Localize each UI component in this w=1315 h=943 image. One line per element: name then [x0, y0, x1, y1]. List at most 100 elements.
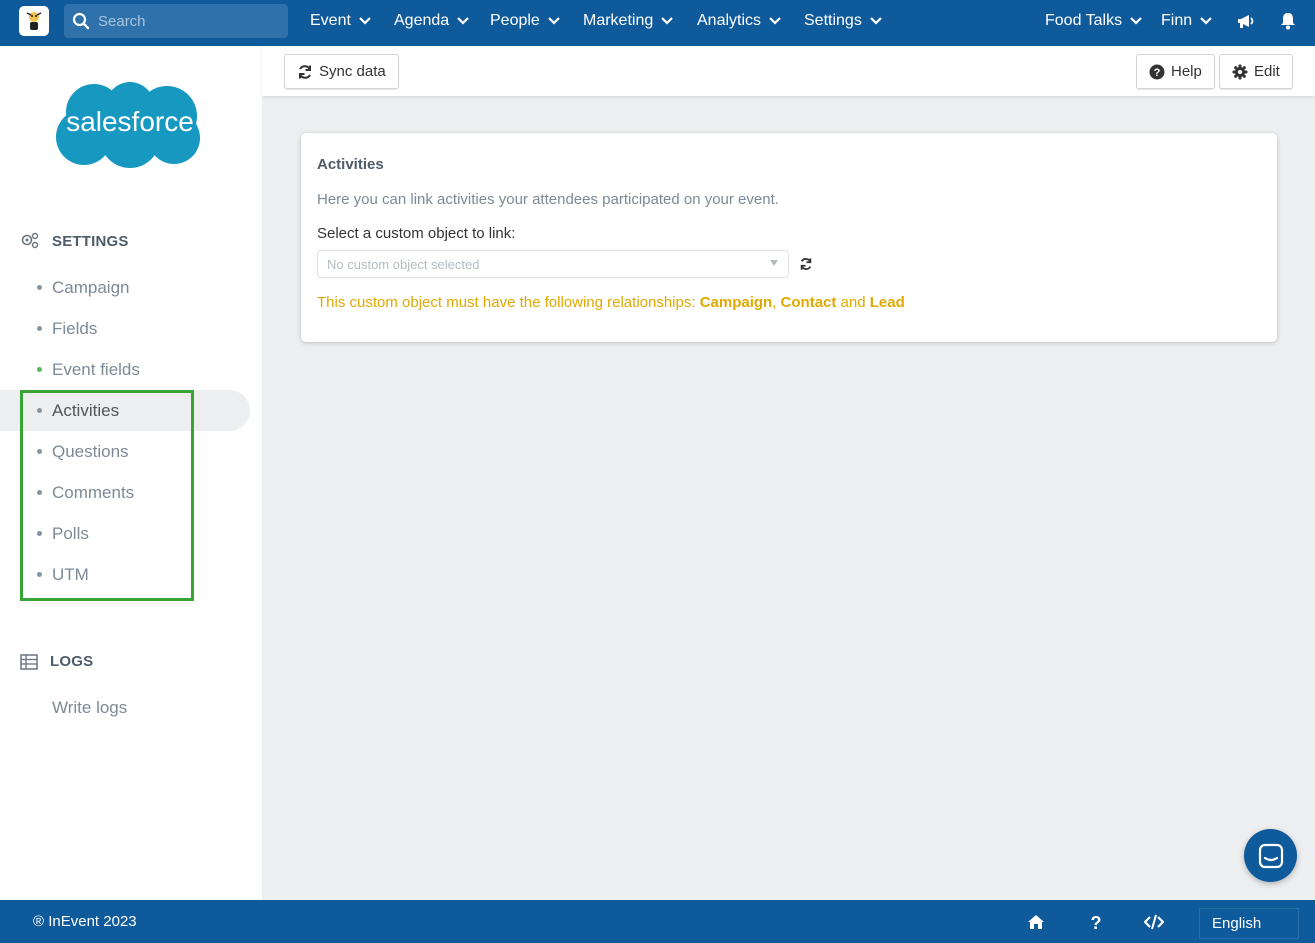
sidebar-item-campaign[interactable]: Campaign — [0, 267, 250, 308]
bullet-dot — [37, 408, 42, 413]
relationship-warning: This custom object must have the followi… — [317, 294, 905, 311]
bell-icon[interactable] — [1278, 11, 1298, 31]
sidebar-item-label: Polls — [52, 523, 89, 543]
top-navbar: Event Agenda People Marketing Analytics … — [0, 0, 1315, 46]
nav-event-selector-label: Food Talks — [1045, 12, 1123, 29]
caret-down-icon — [770, 260, 778, 266]
nav-event[interactable]: Event — [310, 0, 371, 42]
nav-user-menu[interactable]: Finn — [1161, 0, 1212, 42]
rel-campaign: Campaign — [699, 294, 773, 311]
chevron-down-icon — [1200, 17, 1212, 25]
code-icon[interactable] — [1144, 913, 1164, 931]
salesforce-logo-text: salesforce — [66, 106, 194, 137]
footer: ® InEvent 2023 ? English — [0, 900, 1315, 943]
svg-text:?: ? — [1091, 913, 1102, 931]
help-label: Help — [1171, 63, 1202, 80]
custom-object-select[interactable]: No custom object selected — [317, 250, 789, 278]
edit-label: Edit — [1254, 63, 1280, 80]
nav-marketing[interactable]: Marketing — [583, 0, 674, 42]
select-placeholder: No custom object selected — [327, 256, 480, 272]
sidebar-item-label: Event fields — [52, 359, 140, 379]
select-label: Select a custom object to link: — [317, 225, 516, 242]
bullet-dot — [37, 572, 42, 577]
status-dot-green — [37, 367, 42, 372]
activities-card: Activities Here you can link activities … — [301, 133, 1277, 342]
nav-agenda-label: Agenda — [394, 12, 450, 29]
sync-icon — [299, 64, 311, 79]
language-selector[interactable]: English — [1199, 908, 1299, 939]
nav-settings[interactable]: Settings — [804, 0, 882, 42]
rel-lead: Lead — [869, 294, 905, 311]
edit-button[interactable]: Edit — [1219, 54, 1293, 89]
nav-people[interactable]: People — [490, 0, 560, 42]
sidebar-item-label: Questions — [52, 441, 129, 461]
bullet-dot — [37, 285, 42, 290]
sidebar-item-comments[interactable]: Comments — [0, 472, 250, 513]
bullet-dot — [37, 449, 42, 454]
sync-data-label: Sync data — [319, 63, 386, 80]
chat-launcher-button[interactable] — [1244, 829, 1297, 882]
sidebar-item-label: Comments — [52, 482, 135, 502]
gear-icon — [1232, 64, 1248, 79]
home-icon[interactable] — [1027, 913, 1045, 931]
nav-user-label: Finn — [1161, 12, 1193, 29]
sidebar-item-label: Fields — [52, 318, 98, 338]
sidebar-item-fields[interactable]: Fields — [0, 308, 250, 349]
search-icon — [72, 12, 90, 30]
refresh-icon[interactable] — [799, 257, 813, 271]
chevron-down-icon — [1130, 17, 1142, 25]
nav-settings-label: Settings — [804, 12, 862, 29]
sidebar: salesforce SETTINGS Campaign Fields Even… — [0, 46, 262, 900]
rel-contact: Contact — [780, 294, 837, 311]
bullet-dot — [37, 490, 42, 495]
chevron-down-icon — [359, 17, 371, 25]
salesforce-logo: salesforce — [56, 82, 200, 168]
help-button[interactable]: ? Help — [1136, 54, 1215, 89]
chevron-down-icon — [870, 17, 882, 25]
app-logo[interactable] — [19, 6, 49, 36]
card-title: Activities — [317, 156, 384, 173]
nav-event-label: Event — [310, 12, 351, 29]
question-circle-icon: ? — [1149, 64, 1165, 79]
settings-heading-label: SETTINGS — [52, 232, 129, 250]
sidebar-item-label: Activities — [52, 400, 120, 420]
chevron-down-icon — [457, 17, 469, 25]
svg-text:?: ? — [1154, 67, 1161, 79]
bullet-dot — [37, 326, 42, 331]
nav-event-selector[interactable]: Food Talks — [1045, 0, 1142, 42]
sync-data-button[interactable]: Sync data — [284, 54, 399, 89]
megaphone-icon[interactable] — [1236, 11, 1256, 31]
logs-heading-label: LOGS — [50, 653, 94, 670]
sidebar-item-write-logs[interactable]: Write logs — [0, 687, 250, 728]
chat-icon — [1258, 843, 1283, 868]
sidebar-item-label: Write logs — [52, 697, 128, 717]
sidebar-item-event-fields[interactable]: Event fields — [0, 349, 250, 390]
warning-sep: , — [772, 294, 781, 311]
sidebar-item-polls[interactable]: Polls — [0, 513, 250, 554]
sidebar-item-label: UTM — [52, 564, 89, 584]
nav-agenda[interactable]: Agenda — [394, 0, 469, 42]
search-box[interactable] — [64, 4, 288, 38]
chevron-down-icon — [661, 17, 674, 25]
nav-analytics-label: Analytics — [697, 12, 762, 29]
nav-people-label: People — [490, 12, 540, 29]
bullet-dot — [37, 531, 42, 536]
page-toolbar: Sync data ? Help Edit — [262, 46, 1315, 96]
sidebar-item-activities[interactable]: Activities — [0, 390, 250, 431]
warning-prefix: This custom object must have the followi… — [317, 294, 700, 311]
sidebar-item-label: Campaign — [52, 277, 130, 297]
sidebar-item-utm[interactable]: UTM — [0, 554, 250, 595]
table-icon — [20, 653, 38, 670]
gears-icon — [21, 232, 39, 249]
question-icon[interactable]: ? — [1087, 913, 1105, 931]
nav-analytics[interactable]: Analytics — [697, 0, 781, 42]
language-label: English — [1212, 915, 1262, 932]
nav-marketing-label: Marketing — [583, 12, 654, 29]
chevron-down-icon — [769, 17, 781, 25]
search-input[interactable] — [98, 12, 278, 30]
sidebar-item-questions[interactable]: Questions — [0, 431, 250, 472]
logs-section-heading: LOGS — [20, 653, 93, 670]
warning-sep: and — [836, 294, 870, 311]
copyright-text: ® InEvent 2023 — [33, 913, 137, 930]
chevron-down-icon — [548, 17, 560, 25]
